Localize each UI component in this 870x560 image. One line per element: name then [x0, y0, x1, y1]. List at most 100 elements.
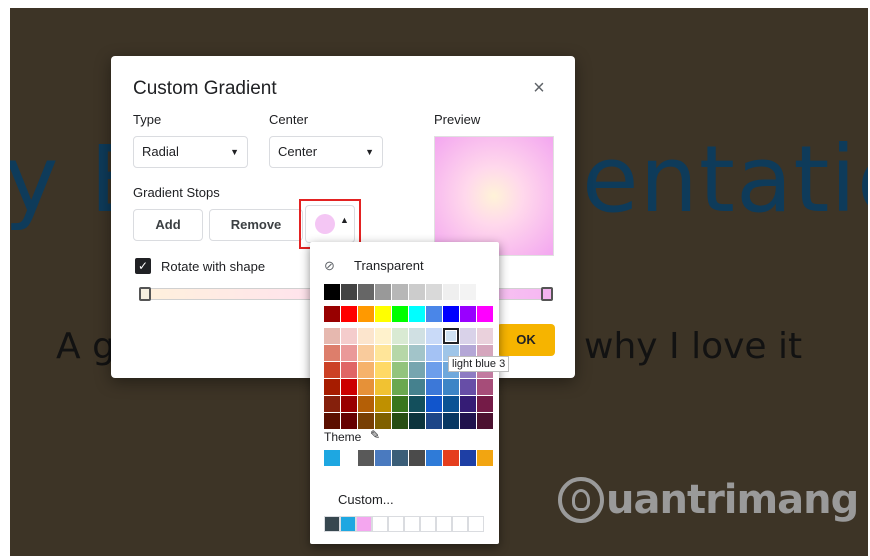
color-swatch[interactable]	[443, 284, 459, 300]
color-swatch[interactable]	[477, 413, 493, 429]
color-swatch[interactable]	[452, 516, 468, 532]
color-swatch[interactable]	[409, 284, 425, 300]
color-swatch[interactable]	[388, 516, 404, 532]
color-swatch[interactable]	[420, 516, 436, 532]
custom-color-option[interactable]: Custom...	[338, 492, 394, 507]
color-swatch[interactable]	[460, 413, 476, 429]
color-swatch[interactable]	[443, 396, 459, 412]
color-swatch[interactable]	[426, 328, 442, 344]
color-swatch[interactable]	[375, 345, 391, 361]
color-swatch[interactable]	[460, 284, 476, 300]
color-swatch[interactable]	[409, 362, 425, 378]
color-swatch[interactable]	[426, 362, 442, 378]
color-swatch[interactable]	[324, 396, 340, 412]
color-swatch[interactable]	[460, 379, 476, 395]
center-select[interactable]: Center ▼	[269, 136, 383, 168]
color-swatch[interactable]	[477, 328, 493, 344]
color-swatch[interactable]	[324, 306, 340, 322]
color-swatch[interactable]	[372, 516, 388, 532]
color-swatch[interactable]	[341, 306, 357, 322]
color-swatch[interactable]	[358, 379, 374, 395]
color-swatch[interactable]	[341, 379, 357, 395]
color-swatch[interactable]	[356, 516, 372, 532]
color-swatch[interactable]	[477, 379, 493, 395]
color-swatch[interactable]	[375, 284, 391, 300]
color-swatch[interactable]	[324, 450, 340, 466]
color-swatch[interactable]	[409, 306, 425, 322]
color-swatch[interactable]	[392, 328, 408, 344]
color-swatch[interactable]	[460, 328, 476, 344]
color-swatch[interactable]	[460, 396, 476, 412]
color-swatch[interactable]	[443, 450, 459, 466]
color-swatch[interactable]	[443, 379, 459, 395]
color-swatch[interactable]	[375, 450, 391, 466]
ok-button[interactable]: OK	[497, 324, 555, 356]
color-swatch[interactable]	[409, 328, 425, 344]
color-swatch[interactable]	[341, 396, 357, 412]
color-swatch[interactable]	[426, 284, 442, 300]
color-swatch[interactable]	[426, 450, 442, 466]
color-swatch[interactable]	[375, 396, 391, 412]
color-swatch[interactable]	[324, 328, 340, 344]
remove-stop-button[interactable]: Remove	[209, 209, 303, 241]
color-swatch[interactable]	[375, 413, 391, 429]
gradient-stop-handle-start[interactable]	[139, 287, 151, 301]
color-swatch[interactable]	[358, 450, 374, 466]
color-swatch[interactable]	[324, 516, 340, 532]
color-swatch[interactable]	[324, 362, 340, 378]
color-swatch[interactable]	[409, 379, 425, 395]
color-swatch[interactable]	[409, 396, 425, 412]
color-swatch[interactable]	[358, 413, 374, 429]
color-swatch[interactable]	[468, 516, 484, 532]
type-select[interactable]: Radial ▼	[133, 136, 248, 168]
color-swatch[interactable]	[460, 306, 476, 322]
add-stop-button[interactable]: Add	[133, 209, 203, 241]
color-swatch[interactable]	[358, 284, 374, 300]
color-swatch[interactable]	[477, 450, 493, 466]
color-swatch[interactable]	[426, 413, 442, 429]
color-swatch[interactable]	[392, 362, 408, 378]
color-swatch[interactable]	[341, 450, 357, 466]
color-swatch[interactable]	[443, 413, 459, 429]
color-swatch[interactable]	[404, 516, 420, 532]
color-swatch[interactable]	[426, 345, 442, 361]
color-swatch[interactable]	[324, 379, 340, 395]
color-swatch[interactable]	[392, 284, 408, 300]
rotate-with-shape-checkbox[interactable]: ✓	[135, 258, 151, 274]
color-swatch[interactable]	[409, 345, 425, 361]
color-swatch[interactable]	[340, 516, 356, 532]
color-swatch[interactable]	[426, 379, 442, 395]
color-swatch[interactable]	[443, 306, 459, 322]
color-swatch[interactable]	[375, 328, 391, 344]
color-swatch[interactable]	[358, 396, 374, 412]
color-swatch[interactable]	[341, 345, 357, 361]
color-swatch[interactable]	[460, 450, 476, 466]
color-swatch[interactable]	[392, 450, 408, 466]
color-swatch[interactable]	[375, 362, 391, 378]
color-swatch[interactable]	[392, 345, 408, 361]
color-swatch[interactable]	[426, 306, 442, 322]
color-swatch[interactable]	[426, 396, 442, 412]
color-swatch[interactable]	[392, 379, 408, 395]
color-swatch[interactable]	[341, 284, 357, 300]
color-swatch[interactable]	[477, 306, 493, 322]
color-swatch[interactable]	[358, 345, 374, 361]
color-swatch[interactable]	[477, 284, 493, 300]
color-swatch[interactable]	[324, 284, 340, 300]
color-swatch[interactable]	[358, 328, 374, 344]
transparent-option[interactable]: ⊘ Transparent	[324, 258, 424, 274]
color-swatch[interactable]	[409, 413, 425, 429]
color-swatch[interactable]	[375, 306, 391, 322]
close-icon[interactable]: ×	[529, 78, 549, 98]
color-swatch[interactable]	[436, 516, 452, 532]
color-swatch[interactable]	[392, 306, 408, 322]
color-swatch[interactable]	[341, 328, 357, 344]
color-swatch[interactable]	[341, 413, 357, 429]
color-swatch[interactable]	[443, 328, 459, 344]
color-swatch[interactable]	[392, 413, 408, 429]
color-swatch[interactable]	[324, 413, 340, 429]
color-swatch[interactable]	[375, 379, 391, 395]
color-swatch[interactable]	[477, 396, 493, 412]
color-swatch[interactable]	[358, 362, 374, 378]
color-swatch[interactable]	[409, 450, 425, 466]
